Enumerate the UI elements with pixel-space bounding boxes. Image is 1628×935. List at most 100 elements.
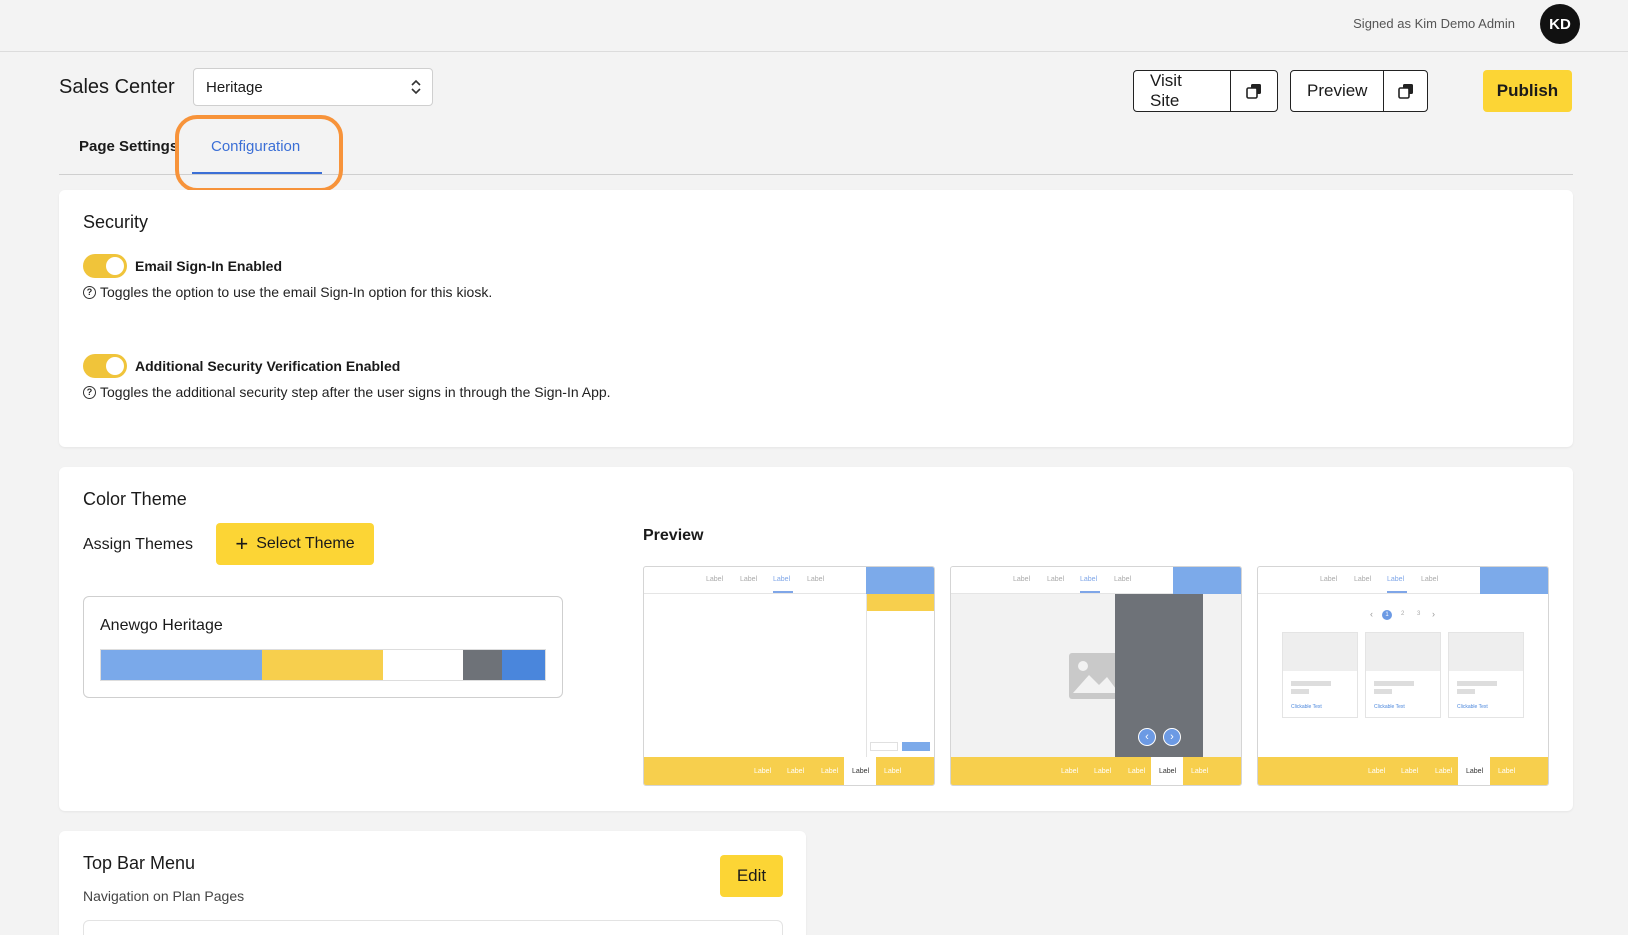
email-signin-help: ? Toggles the option to use the email Si… (83, 284, 492, 300)
security-card: Security Email Sign-In Enabled ? Toggles… (59, 190, 1573, 447)
preview-footer-item: Label (884, 768, 902, 775)
select-theme-label: Select Theme (256, 535, 355, 552)
preview-nav-item: Label (1047, 576, 1065, 583)
preview-footer-item: Label (821, 768, 839, 775)
swatch-dark-blue (502, 650, 545, 680)
top-header: Signed as Kim Demo Admin KD (0, 0, 1628, 52)
preview-footer-item: Label (1435, 768, 1453, 775)
swatch-gray (463, 650, 502, 680)
edit-button[interactable]: Edit (720, 855, 783, 897)
preview-card: Clickable Text (1448, 632, 1524, 718)
preview-nav-item: Label (1387, 576, 1405, 583)
visit-site-copy-button[interactable] (1230, 71, 1277, 111)
visit-site-group: Visit Site (1133, 70, 1278, 112)
color-theme-title: Color Theme (83, 489, 187, 509)
preview-nav-item: Label (740, 576, 758, 583)
image-placeholder-icon (1069, 653, 1121, 699)
preview-group: Preview (1290, 70, 1428, 112)
avatar[interactable]: KD (1540, 4, 1580, 44)
publish-button[interactable]: Publish (1483, 70, 1572, 112)
preview-footer-item: Label (1498, 768, 1516, 775)
preview-dark-panel (1115, 594, 1203, 760)
preview-nav-underline (1080, 591, 1100, 593)
swatch-white (383, 650, 463, 680)
signed-as-text: Signed as Kim Demo Admin (1353, 16, 1515, 31)
preview-side-button (870, 742, 898, 751)
preview-corner (866, 567, 934, 594)
preview-footer: Label Label Label Label Label (1258, 757, 1548, 785)
preview-card: Clickable Text (1282, 632, 1358, 718)
preview-footer-item: Label (754, 768, 772, 775)
page-title: Sales Center (59, 76, 175, 98)
theme-name: Anewgo Heritage (100, 617, 223, 634)
preview-layout-gallery: Label Label Label Label ‹ › Label Label … (950, 566, 1242, 786)
preview-footer-item: Label (787, 768, 805, 775)
preview-card: Clickable Text (1365, 632, 1441, 718)
preview-side-divider (866, 594, 867, 760)
additional-security-help: ? Toggles the additional security step a… (83, 384, 611, 400)
site-select[interactable]: Heritage (193, 68, 433, 106)
preview-nav-underline (773, 591, 793, 593)
preview-nav-item: Label (1080, 576, 1098, 583)
preview-nav-item: Label (1320, 576, 1338, 583)
additional-security-help-text: Toggles the additional security step aft… (100, 384, 611, 400)
preview-copy-button[interactable] (1383, 71, 1427, 111)
preview-footer-item: Label (1368, 768, 1386, 775)
top-bar-menu-card: Top Bar Menu Navigation on Plan Pages Ed… (59, 831, 806, 935)
top-bar-menu-list (83, 920, 783, 935)
preview-footer-item: Label (1401, 768, 1419, 775)
security-title: Security (83, 212, 149, 232)
additional-security-toggle[interactable] (83, 354, 127, 378)
additional-security-label: Additional Security Verification Enabled (135, 358, 401, 374)
preview-footer: Label Label Label Label Label (951, 757, 1241, 785)
question-circle-icon: ? (83, 385, 96, 399)
preview-next-arrow-icon: › (1163, 728, 1181, 746)
preview-nav-item: Label (706, 576, 724, 583)
theme-card[interactable]: Anewgo Heritage (83, 596, 563, 698)
preview-layout-sidebar: Label Label Label Label Label Label Labe… (643, 566, 935, 786)
preview-pager-page: 3 (1417, 611, 1421, 617)
visit-site-button[interactable]: Visit Site (1134, 71, 1230, 111)
preview-card-link: Clickable Text (1374, 704, 1405, 710)
select-theme-button[interactable]: + Select Theme (216, 523, 374, 565)
preview-footer-item: Label (1128, 768, 1146, 775)
email-signin-label: Email Sign-In Enabled (135, 258, 283, 274)
preview-nav-item: Label (1354, 576, 1372, 583)
preview-footer: Label Label Label Label Label (644, 757, 934, 785)
preview-card-link: Clickable Text (1457, 704, 1488, 710)
top-bar-menu-subtitle: Navigation on Plan Pages (83, 888, 245, 904)
preview-label: Preview (643, 527, 704, 544)
preview-corner (1173, 567, 1241, 594)
preview-button[interactable]: Preview (1291, 71, 1383, 111)
preview-nav-item: Label (1421, 576, 1439, 583)
preview-pager-page: 1 (1382, 610, 1392, 620)
preview-corner (1480, 567, 1548, 594)
theme-swatches (100, 649, 546, 681)
preview-card-link: Clickable Text (1291, 704, 1322, 710)
preview-pager-prev-icon: ‹ (1370, 609, 1373, 619)
email-signin-toggle[interactable] (83, 254, 127, 278)
preview-footer-item: Label (1191, 768, 1209, 775)
assign-themes-label: Assign Themes (83, 536, 193, 553)
preview-nav-item: Label (1114, 576, 1132, 583)
preview-prev-arrow-icon: ‹ (1138, 728, 1156, 746)
preview-nav-item: Label (807, 576, 825, 583)
highlight-annotation (175, 115, 343, 192)
copy-icon (1246, 84, 1262, 99)
preview-nav-underline (1387, 591, 1407, 593)
swatch-blue (101, 650, 262, 680)
preview-nav-item: Label (1013, 576, 1031, 583)
preview-footer-item: Label (1061, 768, 1079, 775)
email-signin-help-text: Toggles the option to use the email Sign… (100, 284, 493, 300)
tab-page-settings[interactable]: Page Settings (79, 138, 178, 155)
plus-icon: + (235, 531, 249, 556)
preview-layout-cards: Label Label Label Label ‹ 1 2 3 › Clicka… (1257, 566, 1549, 786)
preview-pager-next-icon: › (1432, 609, 1435, 619)
color-theme-card: Color Theme Assign Themes + Select Theme… (59, 467, 1573, 811)
site-select-value: Heritage (206, 79, 263, 96)
preview-nav-item: Label (773, 576, 791, 583)
preview-pager-page: 2 (1401, 611, 1405, 617)
swatch-yellow (262, 650, 383, 680)
preview-footer-item: Label (852, 768, 870, 775)
preview-footer-item: Label (1466, 768, 1484, 775)
